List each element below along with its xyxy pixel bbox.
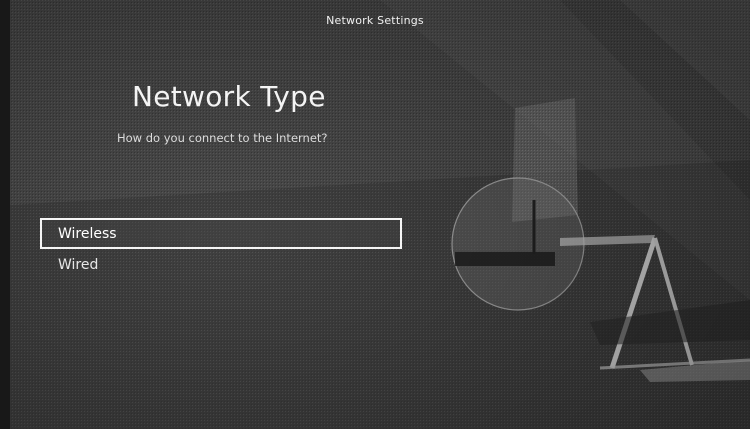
question-text: How do you connect to the Internet? bbox=[117, 131, 328, 145]
page-title: Network Settings bbox=[326, 14, 424, 27]
option-wired[interactable]: Wired bbox=[40, 249, 402, 280]
screen-edge bbox=[0, 0, 10, 429]
tv-settings-screen: Network Settings Network Type How do you… bbox=[0, 0, 750, 429]
option-wired-label: Wired bbox=[58, 257, 99, 273]
option-wireless[interactable]: Wireless bbox=[40, 218, 402, 249]
background-illustration bbox=[0, 0, 750, 429]
section-heading: Network Type bbox=[132, 80, 326, 113]
option-wireless-label: Wireless bbox=[58, 226, 117, 242]
network-type-options: Wireless Wired bbox=[40, 218, 402, 280]
